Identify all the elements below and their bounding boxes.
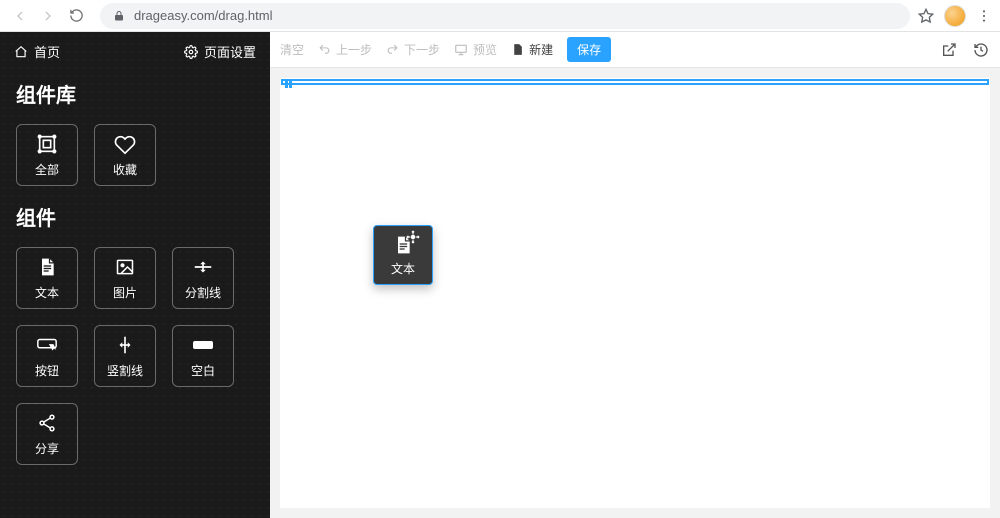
component-tile-label: 文本 <box>35 284 59 301</box>
gear-icon <box>184 45 198 59</box>
component-tile-label: 按钮 <box>35 362 59 379</box>
canvas-drop-indicator <box>281 79 989 85</box>
browser-reload-button[interactable] <box>64 4 88 28</box>
drag-ghost-text-component[interactable]: 文本 <box>373 225 433 285</box>
sidebar: 首页 页面设置 组件库 全部 收藏 <box>0 32 270 518</box>
lock-icon <box>112 9 126 23</box>
divider-h-icon <box>192 256 214 278</box>
heart-icon <box>114 133 136 155</box>
home-label: 首页 <box>34 42 60 61</box>
divider-v-icon <box>114 334 136 356</box>
component-tile-label: 分享 <box>35 440 59 457</box>
canvas-wrapper: 文本 <box>270 68 1000 518</box>
move-cursor-icon <box>406 230 420 244</box>
library-tile-label: 收藏 <box>113 161 137 178</box>
drag-ghost-label: 文本 <box>391 260 415 277</box>
component-tile-text[interactable]: 文本 <box>16 247 78 309</box>
select-all-icon <box>36 133 58 155</box>
library-grid: 全部 收藏 <box>0 114 270 190</box>
file-text-icon <box>392 234 414 256</box>
main-area: 清空 上一步 下一步 预览 新建 保存 <box>270 32 1000 518</box>
redo-icon <box>386 43 399 56</box>
library-tile-label: 全部 <box>35 161 59 178</box>
bookmark-star-icon[interactable] <box>918 8 934 24</box>
toolbar-clear[interactable]: 清空 <box>280 41 304 58</box>
browser-menu-icon[interactable] <box>976 8 992 24</box>
browser-forward-button[interactable] <box>36 4 60 28</box>
component-tile-share[interactable]: 分享 <box>16 403 78 465</box>
library-title: 组件库 <box>0 67 270 114</box>
component-tile-blank[interactable]: 空白 <box>172 325 234 387</box>
browser-url: drageasy.com/drag.html <box>134 8 273 23</box>
component-tile-label: 图片 <box>113 284 137 301</box>
toolbar-save-label: 保存 <box>577 43 601 57</box>
component-tile-button[interactable]: 按钮 <box>16 325 78 387</box>
browser-back-button[interactable] <box>8 4 32 28</box>
toolbar-save-button[interactable]: 保存 <box>567 37 611 62</box>
component-tile-label: 竖割线 <box>107 362 143 379</box>
components-grid: 文本 图片 分割线 按钮 <box>0 237 270 469</box>
toolbar-redo-label: 下一步 <box>404 41 440 58</box>
library-tile-favorites[interactable]: 收藏 <box>94 124 156 186</box>
monitor-icon <box>454 43 468 57</box>
component-tile-vdivider[interactable]: 竖割线 <box>94 325 156 387</box>
component-tile-image[interactable]: 图片 <box>94 247 156 309</box>
home-link[interactable]: 首页 <box>14 42 60 61</box>
toolbar-preview[interactable]: 预览 <box>454 41 497 58</box>
blank-icon <box>192 334 214 356</box>
image-icon <box>114 256 136 278</box>
toolbar-preview-label: 预览 <box>473 41 497 58</box>
library-tile-all[interactable]: 全部 <box>16 124 78 186</box>
toolbar-undo[interactable]: 上一步 <box>318 41 372 58</box>
share-icon <box>36 412 58 434</box>
component-tile-hdivider[interactable]: 分割线 <box>172 247 234 309</box>
editor-toolbar: 清空 上一步 下一步 预览 新建 保存 <box>270 32 1000 68</box>
browser-omnibox[interactable]: drageasy.com/drag.html <box>100 3 910 29</box>
toolbar-clear-label: 清空 <box>280 41 304 58</box>
export-icon[interactable] <box>940 41 958 59</box>
component-tile-label: 分割线 <box>185 284 221 301</box>
undo-icon <box>318 43 331 56</box>
page-settings-link[interactable]: 页面设置 <box>184 42 256 61</box>
editor-canvas[interactable]: 文本 <box>280 78 990 508</box>
page-settings-label: 页面设置 <box>204 42 256 61</box>
home-icon <box>14 45 28 59</box>
button-icon <box>36 334 58 356</box>
toolbar-new[interactable]: 新建 <box>511 41 553 58</box>
toolbar-redo[interactable]: 下一步 <box>386 41 440 58</box>
toolbar-undo-label: 上一步 <box>336 41 372 58</box>
components-title: 组件 <box>0 190 270 237</box>
history-icon[interactable] <box>972 41 990 59</box>
browser-chrome: drageasy.com/drag.html <box>0 0 1000 32</box>
toolbar-new-label: 新建 <box>529 41 553 58</box>
file-icon <box>511 43 524 56</box>
profile-avatar[interactable] <box>944 5 966 27</box>
component-tile-label: 空白 <box>191 362 215 379</box>
drop-indicator-handle <box>285 80 295 88</box>
file-text-icon <box>36 256 58 278</box>
